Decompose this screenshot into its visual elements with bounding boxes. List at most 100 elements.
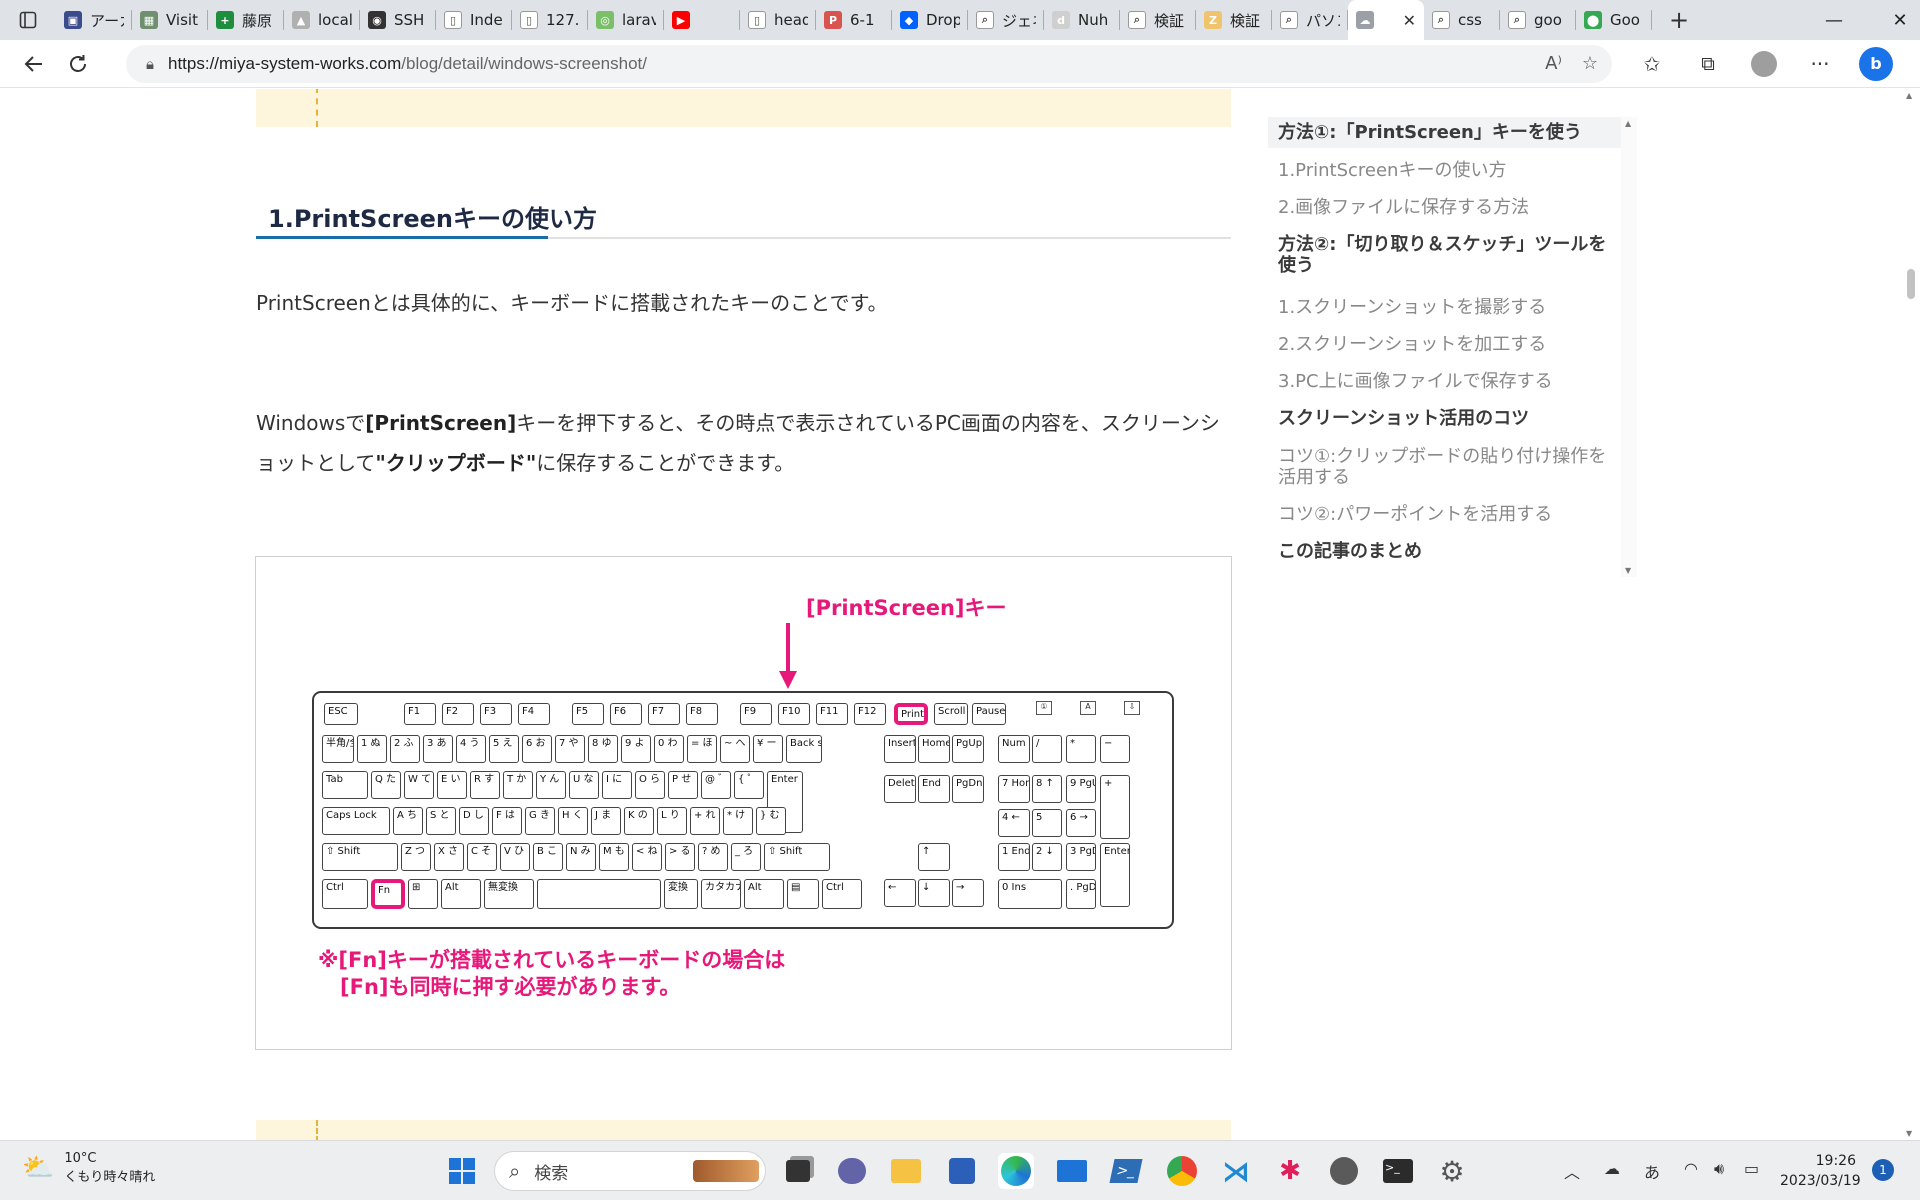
task-view-button[interactable]: [780, 1153, 816, 1189]
toc-item[interactable]: 1.PrintScreenキーの使い方: [1278, 160, 1612, 181]
close-tab-icon[interactable]: ✕: [1403, 11, 1416, 30]
minimize-button[interactable]: —: [1804, 0, 1864, 40]
new-tab-button[interactable]: +: [1656, 0, 1702, 40]
page-icon: ▯: [444, 11, 462, 29]
battery-icon[interactable]: ▭: [1744, 1159, 1759, 1178]
scrollbar-thumb[interactable]: [1907, 269, 1915, 299]
browser-tab[interactable]: ⌕ css: [1424, 0, 1500, 40]
close-window-button[interactable]: ✕: [1870, 0, 1920, 40]
avatar: [1751, 51, 1777, 77]
browser-tab[interactable]: ⌕ パソコ: [1272, 0, 1348, 40]
toc-item[interactable]: 3.PC上に画像ファイルで保存する: [1278, 371, 1612, 392]
edge-button[interactable]: [998, 1153, 1034, 1189]
settings-button[interactable]: ⚙: [1434, 1153, 1470, 1189]
github-icon: [1330, 1157, 1358, 1185]
browser-tab[interactable]: ▣ アーカ: [56, 0, 132, 40]
start-button[interactable]: [444, 1153, 480, 1189]
onedrive-icon[interactable]: ☁: [1604, 1159, 1620, 1178]
ime-indicator[interactable]: あ: [1644, 1159, 1660, 1183]
browser-tab[interactable]: ▯ head: [740, 0, 816, 40]
vscode-button[interactable]: ⋊: [1218, 1153, 1254, 1189]
bing-button[interactable]: b: [1854, 44, 1898, 84]
modifier-key: 変換: [664, 879, 698, 909]
volume-icon[interactable]: 🔊︎: [1714, 1159, 1724, 1179]
modifier-key: Alt: [744, 879, 784, 909]
number-row-key: ¥ ー: [753, 735, 783, 763]
fn-row-key: F2: [442, 703, 474, 725]
taskbar: ⛅ 10°C くもり時々晴れ ⌕ 検索 >_ ⋊ ✱ >_ ⚙ ︿ ☁ あ ◠ …: [0, 1140, 1920, 1200]
address-bar[interactable]: 🔒︎ https://miya-system-works.com/blog/de…: [126, 45, 1612, 83]
store-icon: [949, 1158, 975, 1184]
page-icon: ▯: [520, 11, 538, 29]
browser-tab[interactable]: P 6-1: [816, 0, 892, 40]
powershell-button[interactable]: >_: [1108, 1153, 1144, 1189]
browser-tab[interactable]: ◆ Drop: [892, 0, 968, 40]
page-scrollbar[interactable]: ▲ ▼: [1902, 89, 1920, 1140]
numpad-key: 6 →: [1066, 809, 1096, 837]
toc-item[interactable]: 2.画像ファイルに保存する方法: [1278, 197, 1612, 218]
z-icon: Z: [1204, 11, 1222, 29]
weather-widget[interactable]: ⛅ 10°C くもり時々晴れ: [22, 1151, 155, 1185]
letter-key: A ち: [393, 807, 423, 835]
scroll-down-icon: ▼: [1625, 566, 1632, 575]
browser-tab[interactable]: ◉ SSH: [360, 0, 436, 40]
read-aloud-icon[interactable]: A⁾: [1545, 53, 1562, 74]
browser-tab[interactable]: ☁ ✕: [1348, 0, 1424, 40]
chrome-button[interactable]: [1164, 1153, 1200, 1189]
add-favorite-icon[interactable]: ☆: [1582, 53, 1598, 74]
toc-item[interactable]: コツ①:クリップボードの貼り付け操作を活用する: [1278, 446, 1612, 488]
toc-item[interactable]: この記事のまとめ: [1278, 541, 1612, 562]
letter-key: U な: [569, 771, 599, 799]
number-row-key: 9 よ: [621, 735, 651, 763]
tab-title: Drop: [926, 11, 960, 29]
browser-tab[interactable]: ▯ 127.0: [512, 0, 588, 40]
github-desktop-button[interactable]: [1326, 1153, 1362, 1189]
settings-menu-button[interactable]: ···: [1798, 44, 1842, 84]
browser-tab[interactable]: ◎ larav: [588, 0, 664, 40]
browser-tab[interactable]: ⌕ 検証: [1120, 0, 1196, 40]
workspaces-button[interactable]: [0, 0, 56, 40]
tab-title: Visit: [166, 11, 198, 29]
fn-row-key: F9: [740, 703, 772, 725]
store-button[interactable]: [944, 1153, 980, 1189]
back-button[interactable]: [12, 44, 56, 84]
browser-tab[interactable]: + 藤原: [208, 0, 284, 40]
url-text[interactable]: https://miya-system-works.com/blog/detai…: [168, 54, 647, 74]
number-row-key: 半角/全角: [322, 735, 354, 763]
taskbar-search[interactable]: ⌕ 検索: [494, 1151, 766, 1191]
teams-chat-button[interactable]: [834, 1153, 870, 1189]
mail-button[interactable]: [1054, 1153, 1090, 1189]
browser-tab[interactable]: ▶: [664, 0, 740, 40]
browser-tab[interactable]: ▲ local: [284, 0, 360, 40]
tab-title: larav: [622, 11, 656, 29]
notification-badge[interactable]: 1: [1872, 1159, 1894, 1181]
toc-item[interactable]: コツ②:パワーポイントを活用する: [1278, 504, 1612, 525]
toc-scrollbar[interactable]: ▲ ▼: [1621, 117, 1637, 577]
toc-item[interactable]: 方法②:「切り取り＆スケッチ」ツールを使う: [1278, 234, 1612, 276]
toc-item[interactable]: 1.スクリーンショットを撮影する: [1278, 297, 1612, 318]
wifi-icon[interactable]: ◠: [1684, 1159, 1698, 1178]
slack-button[interactable]: ✱: [1272, 1153, 1308, 1189]
favorites-button[interactable]: ✩: [1630, 44, 1674, 84]
browser-tab[interactable]: ▦ Visit: [132, 0, 208, 40]
browser-tab[interactable]: d Nuh: [1044, 0, 1120, 40]
printscreen-callout: [PrintScreen]キー: [806, 596, 1007, 620]
search-icon: ⌕: [509, 1159, 521, 1183]
toc-item[interactable]: 方法①:「PrintScreen」キーを使う: [1268, 117, 1622, 148]
terminal-button[interactable]: >_: [1380, 1153, 1416, 1189]
collections-button[interactable]: ⧉: [1686, 44, 1730, 84]
toc-item[interactable]: スクリーンショット活用のコツ: [1278, 408, 1612, 429]
browser-tab[interactable]: ⌕ goo: [1500, 0, 1576, 40]
toc-item[interactable]: 2.スクリーンショットを加工する: [1278, 334, 1612, 355]
browser-tab[interactable]: ⬤ Goo: [1576, 0, 1652, 40]
profile-button[interactable]: [1742, 44, 1786, 84]
file-explorer-button[interactable]: [888, 1153, 924, 1189]
clock[interactable]: 19:26 2023/03/19: [1780, 1151, 1861, 1191]
browser-tab[interactable]: Z 検証: [1196, 0, 1272, 40]
chevron-up-icon[interactable]: ︿: [1564, 1159, 1580, 1183]
browser-tab[interactable]: ⌕ ジェネ: [968, 0, 1044, 40]
refresh-button[interactable]: [56, 44, 100, 84]
browser-tab[interactable]: ▯ Inde: [436, 0, 512, 40]
section-heading-text: 1.PrintScreenキーの使い方: [268, 205, 598, 233]
paragraph-2: Windowsで[PrintScreen]キーを押下すると、その時点で表示されて…: [256, 411, 1220, 475]
